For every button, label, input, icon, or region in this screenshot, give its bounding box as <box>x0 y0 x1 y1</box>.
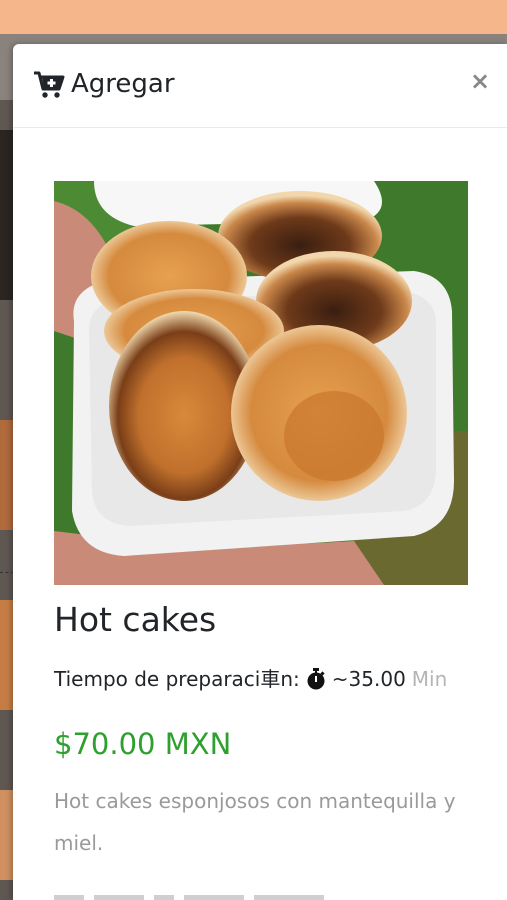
prep-time-label: Tiempo de preparaci車n: <box>54 667 300 691</box>
truncated-content <box>54 886 474 900</box>
modal-title: Agregar <box>71 69 175 99</box>
cart-plus-icon <box>33 70 65 100</box>
close-button[interactable]: × <box>465 66 495 96</box>
product-price: $70.00 MXN <box>54 727 232 761</box>
prep-time-unit: Min <box>411 667 448 691</box>
product-image <box>54 181 468 585</box>
background-header-bar <box>0 0 507 34</box>
background-divider <box>0 572 14 573</box>
background-thumbnail <box>0 790 14 880</box>
stopwatch-icon <box>306 668 326 690</box>
add-to-cart-modal: Agregar × Hot cakes Tiempo de preparaci車… <box>13 44 507 900</box>
preparation-time: Tiempo de preparaci車n: ~35.00 Min <box>54 664 447 694</box>
product-description: Hot cakes esponjosos con mantequilla y m… <box>54 789 456 855</box>
product-name: Hot cakes <box>54 600 217 639</box>
modal-header: Agregar × <box>13 44 507 128</box>
background-thumbnail <box>0 420 14 530</box>
prep-time-value: ~35.00 <box>331 667 406 691</box>
background-thumbnail <box>0 130 14 300</box>
background-thumbnail <box>0 600 14 710</box>
